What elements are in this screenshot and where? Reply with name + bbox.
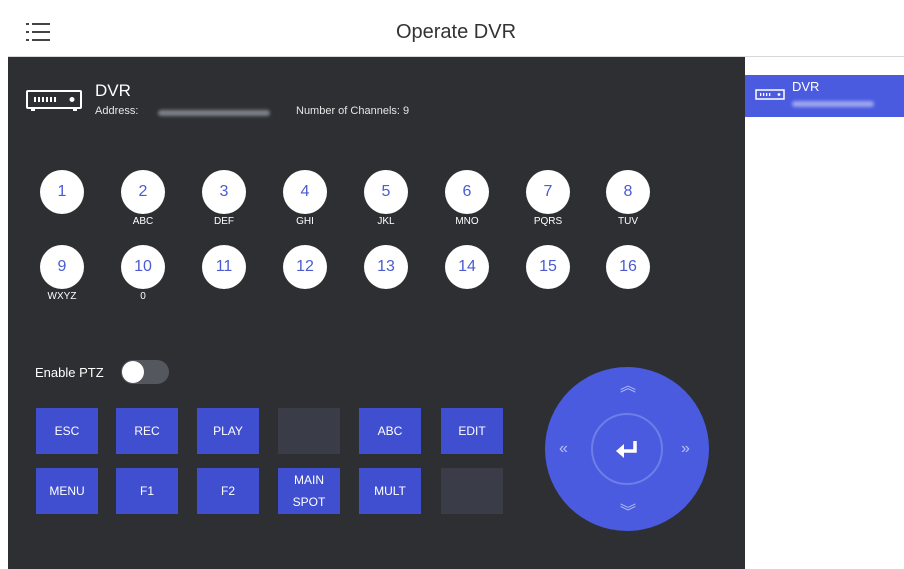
channels-info: Number of Channels: 9 xyxy=(296,105,409,117)
channel-8-letters: TUV xyxy=(618,216,638,227)
channel-9-letters: WXYZ xyxy=(47,291,77,302)
address-label: Address: xyxy=(95,105,139,117)
channel-16-button[interactable]: 16 xyxy=(606,245,650,289)
ptz-label: Enable PTZ xyxy=(35,365,104,380)
rec-button[interactable]: REC xyxy=(116,408,178,454)
f2-button[interactable]: F2 xyxy=(197,468,259,514)
blank-key-1[interactable] xyxy=(278,408,340,454)
channel-2-button[interactable]: 2 xyxy=(121,170,165,214)
channel-12-button[interactable]: 12 xyxy=(283,245,327,289)
channel-10-button[interactable]: 10 xyxy=(121,245,165,289)
blank-key-2[interactable] xyxy=(441,468,503,514)
channel-11-button[interactable]: 11 xyxy=(202,245,246,289)
channel-5-letters: JKL xyxy=(377,216,395,227)
channel-7-button[interactable]: 7 xyxy=(526,170,570,214)
mult-button[interactable]: MULT xyxy=(359,468,421,514)
device-name: DVR xyxy=(95,81,131,100)
main-spot-button[interactable]: MAIN SPOT xyxy=(278,468,340,514)
arrow-right-icon[interactable]: » xyxy=(681,441,690,457)
dvr-control-panel: DVR Address: Number of Channels: 9 1 2 ABC… xyxy=(8,57,745,569)
channel-4-button[interactable]: 4 xyxy=(283,170,327,214)
channel-3-button[interactable]: 3 xyxy=(202,170,246,214)
device-list-sidebar: DVR xyxy=(745,57,904,569)
channel-1-button[interactable]: 1 xyxy=(40,170,84,214)
channel-8-button[interactable]: 8 xyxy=(606,170,650,214)
esc-button[interactable]: ESC xyxy=(36,408,98,454)
channel-4-letters: GHI xyxy=(296,216,314,227)
play-button[interactable]: PLAY xyxy=(197,408,259,454)
arrow-down-icon[interactable]: ︾ xyxy=(620,505,636,521)
dvr-device-icon xyxy=(26,90,82,111)
channel-10-letters: 0 xyxy=(140,291,146,302)
channel-9-button[interactable]: 9 xyxy=(40,245,84,289)
sidebar-device-address-redacted xyxy=(792,101,874,107)
channel-14-button[interactable]: 14 xyxy=(445,245,489,289)
channel-7-letters: PQRS xyxy=(533,216,563,227)
device-list-item-dvr[interactable]: DVR xyxy=(745,75,904,117)
ptz-toggle[interactable] xyxy=(121,360,169,384)
channels-value: 9 xyxy=(403,105,410,117)
channel-2-letters: ABC xyxy=(132,216,154,227)
toggle-knob xyxy=(122,361,144,383)
main-label: MAIN xyxy=(294,473,324,487)
sidebar-device-name: DVR xyxy=(792,79,820,94)
channel-3-letters: DEF xyxy=(214,216,234,227)
page-title: Operate DVR xyxy=(395,21,517,43)
channels-label: Number of Channels: xyxy=(296,105,400,117)
f1-button[interactable]: F1 xyxy=(116,468,178,514)
channel-13-button[interactable]: 13 xyxy=(364,245,408,289)
top-bar: Operate DVR xyxy=(8,8,904,57)
enter-button[interactable] xyxy=(591,413,663,485)
address-value-redacted xyxy=(158,110,270,116)
channel-15-button[interactable]: 15 xyxy=(526,245,570,289)
abc-button[interactable]: ABC xyxy=(359,408,421,454)
arrow-left-icon[interactable]: « xyxy=(559,441,568,457)
edit-button[interactable]: EDIT xyxy=(441,408,503,454)
direction-pad: ︽ ︾ « » xyxy=(545,367,709,531)
channel-6-letters: MNO xyxy=(455,216,479,227)
channel-6-button[interactable]: 6 xyxy=(445,170,489,214)
enter-icon xyxy=(616,441,637,458)
menu-button[interactable]: MENU xyxy=(36,468,98,514)
arrow-up-icon[interactable]: ︽ xyxy=(620,379,636,395)
spot-label: SPOT xyxy=(292,495,326,509)
dvr-device-icon xyxy=(755,89,785,100)
channel-5-button[interactable]: 5 xyxy=(364,170,408,214)
